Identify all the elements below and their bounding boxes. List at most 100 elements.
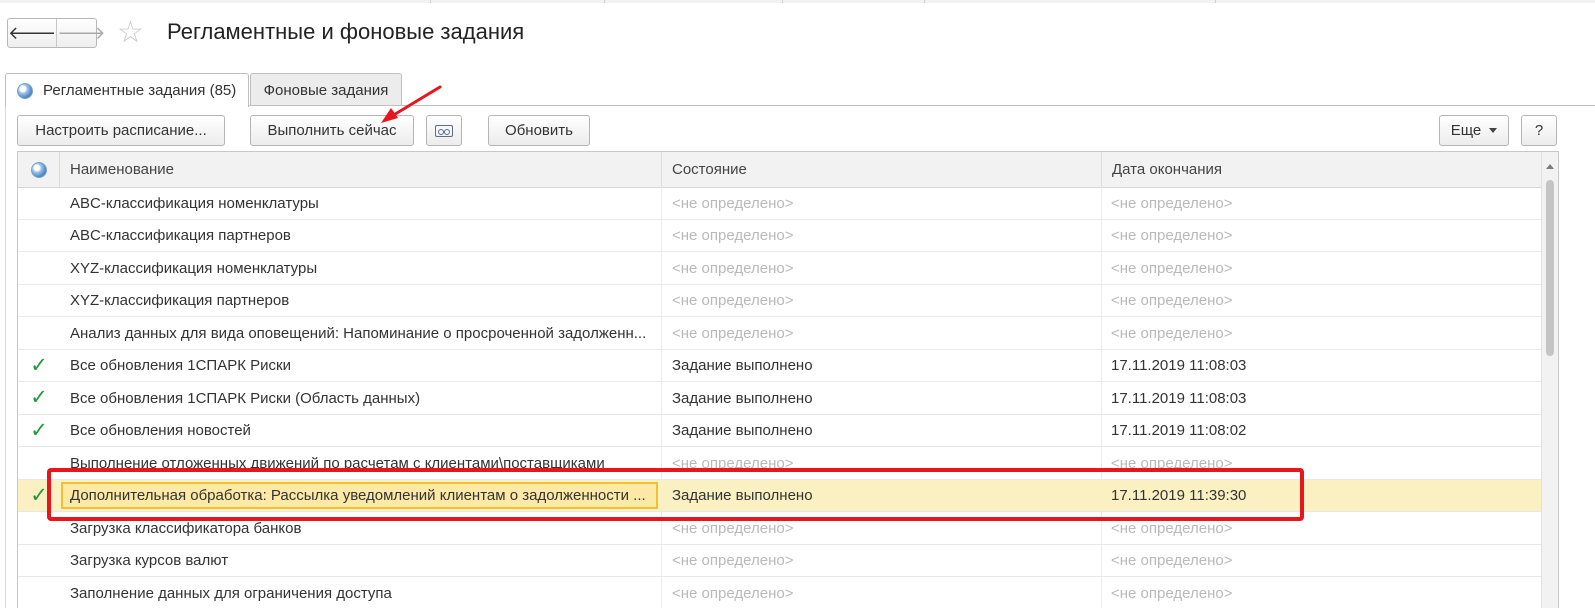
tab-background-jobs[interactable]: Фоновые задания <box>250 73 402 106</box>
row-status-cell: ✓ <box>18 480 60 512</box>
cell-name[interactable]: XYZ-классификация партнеров <box>70 285 660 317</box>
run-now-button[interactable]: Выполнить сейчас <box>250 115 414 146</box>
tab-label: Фоновые задания <box>263 81 389 99</box>
cell-end-date[interactable]: <не определено> <box>1111 512 1531 544</box>
cell-state[interactable]: Задание выполнено <box>672 350 1092 382</box>
cell-name[interactable]: Дополнительная обработка: Рассылка уведо… <box>70 480 660 512</box>
cell-name[interactable]: Все обновления 1СПАРК Риски <box>70 350 660 382</box>
scrollbar-thumb[interactable] <box>1546 180 1554 356</box>
row-status-cell <box>18 545 60 577</box>
configure-schedule-button[interactable]: Настроить расписание... <box>17 115 225 146</box>
refresh-button[interactable]: Обновить <box>488 115 590 146</box>
column-header-name[interactable]: Наименование <box>60 152 662 187</box>
more-button[interactable]: Еще <box>1439 115 1509 146</box>
jobs-table: Наименование Состояние Дата окончания AB… <box>17 151 1559 608</box>
column-label: Наименование <box>70 161 174 178</box>
window-top-strip <box>0 0 1595 3</box>
row-status-cell <box>18 577 60 608</box>
cell-end-date[interactable]: <не определено> <box>1111 447 1531 479</box>
cell-end-date[interactable]: <не определено> <box>1111 317 1531 349</box>
row-status-cell: ✓ <box>18 350 60 382</box>
cell-name[interactable]: Все обновления новостей <box>70 415 660 447</box>
table-row[interactable]: ✓ Все обновления новостей Задание выполнен… <box>18 415 1541 447</box>
arrow-right-icon: 🡒 <box>57 22 106 43</box>
cell-end-date[interactable]: <не определено> <box>1111 545 1531 577</box>
forward-button[interactable]: 🡒 <box>57 19 105 47</box>
cell-state[interactable]: <не определено> <box>672 187 1092 219</box>
table-row[interactable]: Загрузка курсов валют <не определено> <не … <box>18 545 1541 577</box>
cell-name[interactable]: Выполнение отложенных движений по расчет… <box>70 447 660 479</box>
row-status-cell <box>18 252 60 284</box>
cell-name[interactable]: ABC-классификация партнеров <box>70 220 660 252</box>
table-row[interactable]: ✓ Все обновления 1СПАРК Риски Задание выпо… <box>18 350 1541 382</box>
page-title: Регламентные и фоновые задания <box>167 19 525 44</box>
table-row[interactable]: XYZ-классификация номенклатуры <не опреде… <box>18 252 1541 285</box>
cassette-icon <box>435 124 453 137</box>
cell-state[interactable]: <не определено> <box>672 545 1092 577</box>
cell-name[interactable]: Анализ данных для вида оповещений: Напом… <box>70 317 660 349</box>
cell-state[interactable]: <не определено> <box>672 317 1092 349</box>
row-status-cell: ✓ <box>18 382 60 414</box>
cell-end-date[interactable]: <не определено> <box>1111 187 1531 219</box>
cell-state[interactable]: <не определено> <box>672 252 1092 284</box>
row-status-cell <box>18 187 60 219</box>
scroll-up-icon[interactable] <box>1546 164 1554 169</box>
cell-name[interactable]: Загрузка классификатора банков <box>70 512 660 544</box>
star-outline-icon[interactable]: ☆ <box>117 16 144 50</box>
column-label: Дата окончания <box>1112 161 1223 178</box>
table-row[interactable]: ✓ Дополнительная обработка: Рассылка увед… <box>18 479 1541 512</box>
tab-label: Регламентные задания (85) <box>43 82 237 99</box>
arrow-left-icon: 🡐 <box>8 22 57 43</box>
cassette-button[interactable] <box>426 115 462 146</box>
column-header-state[interactable]: Состояние <box>662 152 1102 187</box>
table-row[interactable]: Анализ данных для вида оповещений: Напом… <box>18 317 1541 350</box>
cell-end-date[interactable]: <не определено> <box>1111 285 1531 317</box>
column-label: Состояние <box>672 161 747 178</box>
cell-end-date[interactable]: 17.11.2019 11:08:03 <box>1111 350 1531 382</box>
cell-state[interactable]: <не определено> <box>672 285 1092 317</box>
row-status-cell: ✓ <box>18 415 60 447</box>
table-row[interactable]: ABC-классификация партнеров <не определен… <box>18 220 1541 252</box>
cell-name[interactable]: Загрузка курсов валют <box>70 545 660 577</box>
table-header: Наименование Состояние Дата окончания <box>18 152 1541 188</box>
cell-end-date[interactable]: <не определено> <box>1111 252 1531 284</box>
cell-state[interactable]: Задание выполнено <box>672 480 1092 512</box>
cell-end-date[interactable]: 17.11.2019 11:08:02 <box>1111 415 1531 447</box>
cell-name[interactable]: XYZ-классификация номенклатуры <box>70 252 660 284</box>
row-status-cell <box>18 317 60 349</box>
checkmark-icon: ✓ <box>30 483 48 507</box>
cell-name[interactable]: ABC-классификация номенклатуры <box>70 187 660 219</box>
cell-end-date[interactable]: <не определено> <box>1111 220 1531 252</box>
cell-state[interactable]: <не определено> <box>672 447 1092 479</box>
globe-icon <box>30 161 47 178</box>
cell-state[interactable]: <не определено> <box>672 220 1092 252</box>
column-header-icon[interactable] <box>18 152 60 187</box>
help-button[interactable]: ? <box>1521 115 1557 146</box>
cell-state[interactable]: <не определено> <box>672 577 1092 608</box>
cell-name[interactable]: Заполнение данных для ограничения доступ… <box>70 577 660 608</box>
cell-end-date[interactable]: 17.11.2019 11:39:30 <box>1111 480 1531 512</box>
vertical-scrollbar[interactable] <box>1541 152 1558 608</box>
back-button[interactable]: 🡐 <box>8 19 58 47</box>
table-row[interactable]: XYZ-классификация партнеров <не определен… <box>18 285 1541 317</box>
table-row[interactable]: Заполнение данных для ограничения доступ… <box>18 577 1541 608</box>
row-status-cell <box>18 220 60 252</box>
globe-icon <box>17 82 33 99</box>
checkmark-icon: ✓ <box>30 386 48 409</box>
cell-state[interactable]: <не определено> <box>672 512 1092 544</box>
button-label: Еще <box>1450 122 1482 139</box>
cell-name[interactable]: Все обновления 1СПАРК Риски (Область дан… <box>70 382 660 414</box>
table-row[interactable]: Загрузка классификатора банков <не опреде… <box>18 512 1541 545</box>
table-row[interactable]: Выполнение отложенных движений по расчет… <box>18 447 1541 480</box>
cell-state[interactable]: Задание выполнено <box>672 382 1092 414</box>
column-header-end-date[interactable]: Дата окончания <box>1102 152 1541 187</box>
tab-scheduled-jobs[interactable]: Регламентные задания (85) <box>5 73 249 107</box>
table-row[interactable]: ABC-классификация номенклатуры <не опреде… <box>18 187 1541 220</box>
cell-state[interactable]: Задание выполнено <box>672 415 1092 447</box>
cell-end-date[interactable]: 17.11.2019 11:08:03 <box>1111 382 1531 414</box>
row-status-cell <box>18 512 60 544</box>
table-row[interactable]: ✓ Все обновления 1СПАРК Риски (Область да… <box>18 382 1541 415</box>
row-status-cell <box>18 285 60 317</box>
chevron-down-icon <box>1489 128 1498 133</box>
cell-end-date[interactable]: <не определено> <box>1111 577 1531 608</box>
